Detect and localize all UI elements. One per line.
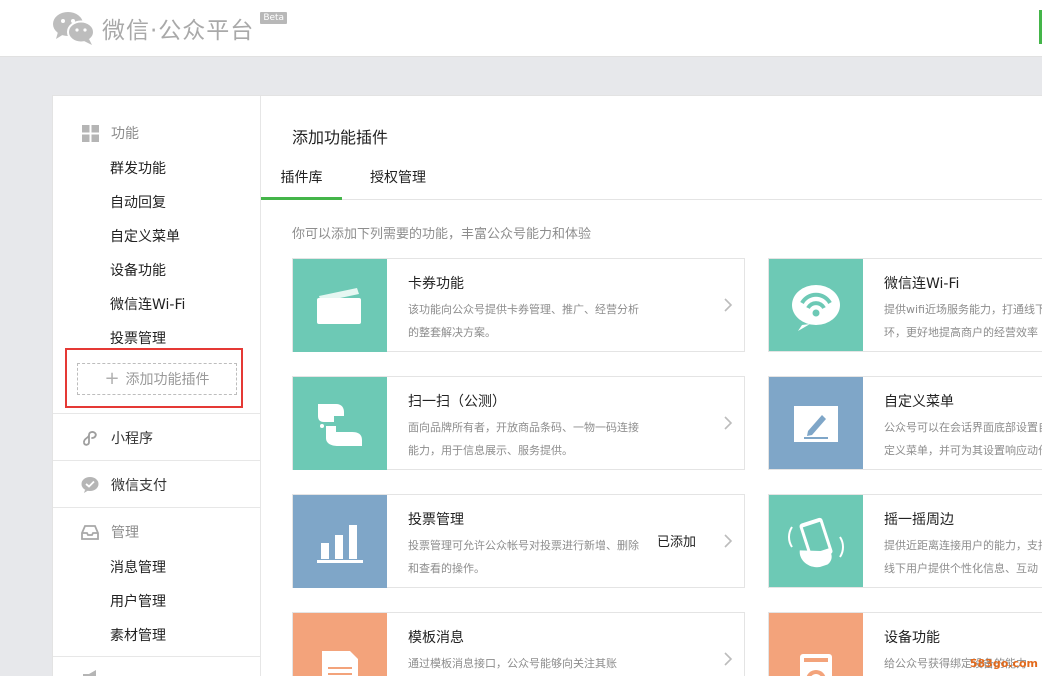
- sidebar-item-wifi[interactable]: 微信连Wi-Fi: [110, 294, 185, 314]
- plugin-card-template-message[interactable]: 模板消息 通过模板消息接口，公众号能够向关注其账: [292, 612, 745, 676]
- plugin-card-vote[interactable]: 投票管理 投票管理可允许公众帐号对投票进行新增、删除和查看的操作。 已添加: [292, 494, 745, 588]
- card-description: 面向品牌所有者，开放商品条码、一物一码连接能力，用于信息展示、服务提供。: [408, 421, 639, 457]
- logo[interactable]: 微信·公众平台 Beta: [52, 10, 288, 46]
- card-thumb: [293, 495, 387, 588]
- chevron-right-icon: [721, 531, 735, 551]
- tab-authorization[interactable]: 授权管理: [358, 158, 438, 200]
- card-status-added: 已添加: [657, 535, 697, 550]
- sidebar-item-custom-menu[interactable]: 自定义菜单: [110, 226, 180, 246]
- card-title: 设备功能: [884, 630, 940, 646]
- sidebar-item-label: 小程序: [111, 431, 153, 447]
- sidebar-item-device[interactable]: 设备功能: [110, 260, 166, 280]
- card-icon: [317, 287, 361, 324]
- card-description: 通过模板消息接口，公众号能够向关注其账: [408, 657, 617, 670]
- beta-badge: Beta: [260, 12, 288, 24]
- card-thumb: [293, 377, 387, 470]
- chevron-right-icon: [721, 649, 735, 669]
- tab-plugin-library[interactable]: 插件库: [261, 158, 342, 200]
- card-thumb: [769, 495, 863, 587]
- sidebar-section-label: 管理: [111, 525, 139, 541]
- edit-icon: [794, 405, 838, 442]
- sidebar-section-manage: 管理: [81, 522, 139, 542]
- megaphone-icon: [81, 668, 99, 676]
- page-title: 添加功能插件: [292, 128, 389, 147]
- card-title: 投票管理: [408, 512, 464, 528]
- card-description: 提供近距离连接用户的能力，支持线下用户提供个性化信息、互动: [884, 539, 1042, 575]
- sidebar-divider: [53, 656, 260, 657]
- add-plugin-label: 添加功能插件: [125, 372, 210, 388]
- card-description: 该功能向公众号提供卡券管理、推广、经营分析的整套解决方案。: [408, 303, 639, 339]
- bar-chart-icon: [317, 524, 363, 563]
- sidebar-section-promo: [81, 668, 111, 676]
- plugin-card-shake[interactable]: 摇一摇周边 提供近距离连接用户的能力，支持线下用户提供个性化信息、互动: [768, 494, 1042, 588]
- card-title: 模板消息: [408, 630, 464, 646]
- sidebar-item-users[interactable]: 用户管理: [110, 591, 166, 611]
- sidebar-divider: [53, 460, 260, 461]
- card-thumb: [293, 613, 387, 676]
- sidebar-section-label: 功能: [111, 126, 139, 142]
- sidebar-divider: [53, 413, 260, 414]
- sidebar-item-wechat-pay[interactable]: 微信支付: [81, 475, 167, 495]
- main-container: 功能 群发功能 自动回复 自定义菜单 设备功能 微信连Wi-Fi 投票管理 + …: [52, 95, 1042, 676]
- chevron-right-icon: [721, 413, 735, 433]
- sidebar-section-function: 功能: [81, 123, 139, 143]
- sidebar-item-mini-program[interactable]: 小程序: [81, 428, 153, 448]
- card-title: 自定义菜单: [884, 394, 954, 410]
- sidebar-item-materials[interactable]: 素材管理: [110, 625, 166, 645]
- sidebar-item-mass-send[interactable]: 群发功能: [110, 158, 166, 178]
- template-icon: [322, 650, 358, 676]
- inbox-icon: [81, 523, 99, 541]
- card-description: 公众号可以在会话界面底部设置自定义菜单，并可为其设置响应动作: [884, 421, 1042, 457]
- device-icon: [800, 653, 832, 676]
- shake-icon: [788, 515, 844, 567]
- content-area: 添加功能插件 插件库 授权管理 你可以添加下列需要的功能，丰富公众号能力和体验 …: [261, 96, 1042, 676]
- sidebar-divider: [53, 507, 260, 508]
- intro-text: 你可以添加下列需要的功能，丰富公众号能力和体验: [292, 227, 592, 242]
- plugin-card-coupon[interactable]: 卡券功能 该功能向公众号提供卡券管理、推广、经营分析的整套解决方案。: [292, 258, 745, 352]
- card-description: 投票管理可允许公众帐号对投票进行新增、删除和查看的操作。: [408, 539, 639, 575]
- pay-icon: [81, 476, 99, 494]
- logo-text: 微信·公众平台: [102, 18, 255, 44]
- tab-bar: 插件库 授权管理: [261, 158, 1042, 200]
- sidebar-item-label: 微信支付: [111, 478, 167, 494]
- sidebar: 功能 群发功能 自动回复 自定义菜单 设备功能 微信连Wi-Fi 投票管理 + …: [53, 96, 261, 676]
- grid-icon: [81, 124, 99, 142]
- card-description: 提供wifi近场服务能力，打通线下环，更好地提高商户的经营效率: [884, 303, 1042, 339]
- card-title: 卡券功能: [408, 276, 464, 292]
- mini-program-icon: [81, 429, 99, 447]
- sidebar-item-messages[interactable]: 消息管理: [110, 557, 166, 577]
- plugin-card-scan[interactable]: 扫一扫（公测） 面向品牌所有者，开放商品条码、一物一码连接能力，用于信息展示、服…: [292, 376, 745, 470]
- card-title: 微信连Wi-Fi: [884, 276, 960, 292]
- plugin-card-wifi[interactable]: 微信连Wi-Fi 提供wifi近场服务能力，打通线下环，更好地提高商户的经营效率: [768, 258, 1042, 352]
- card-thumb: [769, 259, 863, 351]
- plus-icon: +: [104, 368, 120, 389]
- wechat-logo-icon: [53, 12, 95, 45]
- card-thumb: [293, 259, 387, 352]
- watermark-text: 583go.com: [969, 657, 1038, 670]
- sidebar-item-auto-reply[interactable]: 自动回复: [110, 192, 166, 212]
- wifi-icon: [792, 284, 840, 331]
- add-plugin-button[interactable]: + 添加功能插件: [77, 363, 237, 395]
- chevron-right-icon: [721, 295, 735, 315]
- sidebar-item-vote[interactable]: 投票管理: [110, 328, 166, 348]
- add-plugin-highlight: + 添加功能插件: [65, 348, 243, 408]
- plugin-card-custom-menu[interactable]: 自定义菜单 公众号可以在会话界面底部设置自定义菜单，并可为其设置响应动作: [768, 376, 1042, 470]
- card-title: 扫一扫（公测）: [408, 394, 506, 410]
- card-title: 摇一摇周边: [884, 512, 954, 528]
- scan-icon: [318, 403, 362, 446]
- card-thumb: [769, 377, 863, 469]
- top-header: 微信·公众平台 Beta: [0, 0, 1042, 57]
- card-thumb: [769, 613, 863, 676]
